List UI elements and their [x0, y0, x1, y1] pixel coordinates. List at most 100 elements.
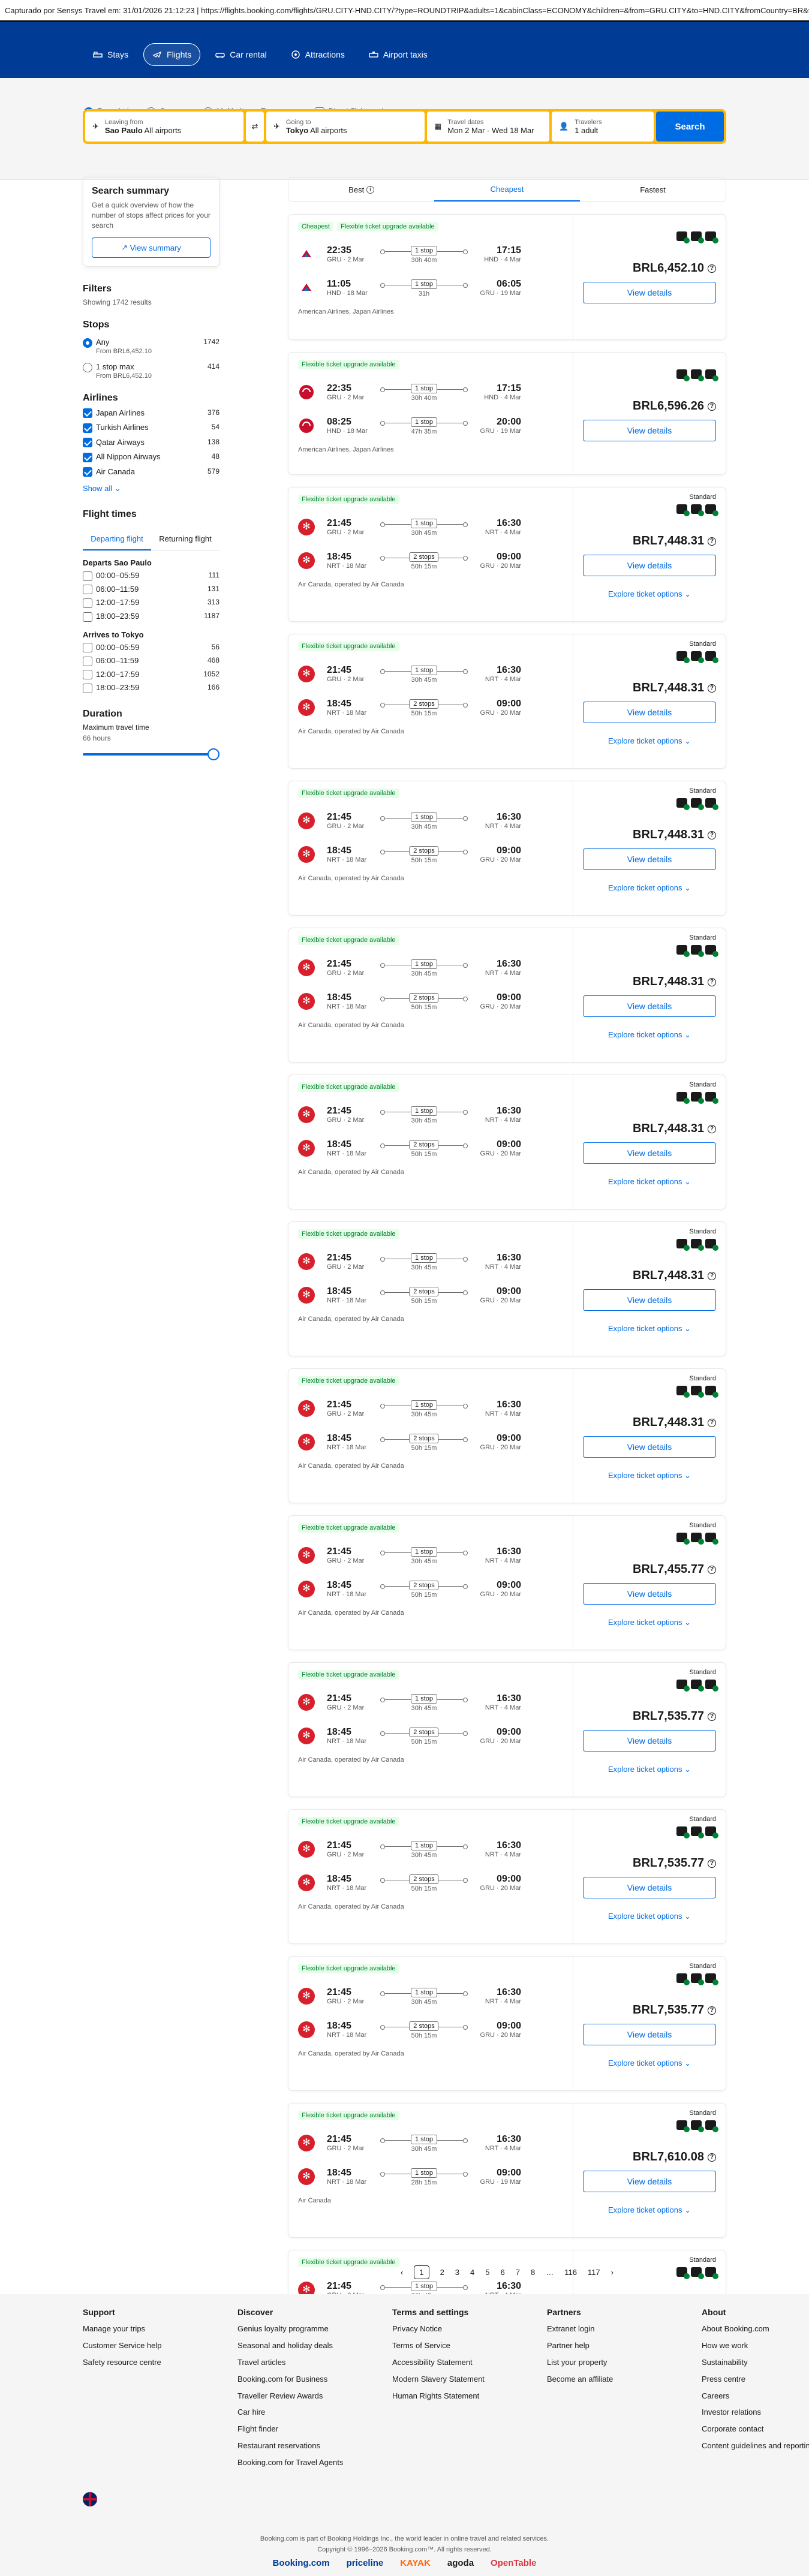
view-details-button[interactable]: View details: [583, 2171, 716, 2192]
view-details-button[interactable]: View details: [583, 702, 716, 723]
airline-checkbox[interactable]: [83, 467, 92, 477]
swap-button[interactable]: ⇄: [246, 112, 264, 142]
view-details-button[interactable]: View details: [583, 1142, 716, 1164]
time-slot-checkbox[interactable]: [83, 643, 92, 653]
explore-ticket-options-link[interactable]: Explore ticket options ⌄: [573, 1324, 726, 1334]
from-field[interactable]: ✈ Leaving from Sao Paulo All airports: [85, 112, 243, 142]
view-details-button[interactable]: View details: [583, 995, 716, 1017]
view-summary-button[interactable]: ↗ View summary: [92, 237, 210, 258]
page-button[interactable]: 3: [455, 2268, 459, 2277]
footer-link[interactable]: Booking.com for Travel Agents: [237, 2458, 392, 2468]
footer-link[interactable]: Seasonal and holiday deals: [237, 2341, 392, 2351]
footer-link[interactable]: Sustainability: [702, 2358, 809, 2368]
airline-option[interactable]: Turkish Airlines 54: [83, 423, 219, 433]
explore-ticket-options-link[interactable]: Explore ticket options ⌄: [573, 1177, 726, 1187]
footer-link[interactable]: Genius loyalty programme: [237, 2324, 392, 2334]
time-slot-checkbox[interactable]: [83, 598, 92, 609]
airline-checkbox[interactable]: [83, 438, 92, 448]
search-button[interactable]: Search: [656, 112, 724, 142]
info-icon[interactable]: ?: [708, 2153, 716, 2162]
footer-link[interactable]: Terms of Service: [392, 2341, 547, 2351]
airline-checkbox[interactable]: [83, 452, 92, 462]
time-slot-option[interactable]: 12:00–17:59 313: [83, 598, 219, 609]
footer-link[interactable]: Car hire: [237, 2408, 392, 2418]
time-slot-checkbox[interactable]: [83, 683, 92, 693]
time-slot-checkbox[interactable]: [83, 670, 92, 680]
airline-option[interactable]: Japan Airlines 376: [83, 408, 219, 419]
view-details-button[interactable]: View details: [583, 555, 716, 576]
page-button[interactable]: 6: [501, 2268, 505, 2277]
airline-checkbox[interactable]: [83, 408, 92, 419]
footer-link[interactable]: Extranet login: [547, 2324, 702, 2334]
page-button[interactable]: 4: [470, 2268, 474, 2277]
info-icon[interactable]: ?: [708, 684, 716, 693]
footer-link[interactable]: Content guidelines and reporting: [702, 2441, 809, 2451]
info-icon[interactable]: ?: [708, 402, 716, 411]
time-slot-option[interactable]: 18:00–23:59 166: [83, 683, 219, 693]
footer-link[interactable]: List your property: [547, 2358, 702, 2368]
stops-option-1[interactable]: 1 stop max From BRL6,452.10 414: [83, 362, 219, 380]
dates-field[interactable]: ▦ Travel dates Mon 2 Mar - Wed 18 Mar: [427, 112, 549, 142]
footer-link[interactable]: Careers: [702, 2391, 809, 2402]
nav-stays[interactable]: Stays: [84, 43, 137, 66]
time-slot-option[interactable]: 06:00–11:59 131: [83, 585, 219, 595]
tab-best[interactable]: Best i: [288, 177, 434, 201]
view-details-button[interactable]: View details: [583, 1730, 716, 1752]
explore-ticket-options-link[interactable]: Explore ticket options ⌄: [573, 1618, 726, 1627]
explore-ticket-options-link[interactable]: Explore ticket options ⌄: [573, 1765, 726, 1774]
footer-link[interactable]: Booking.com for Business: [237, 2375, 392, 2385]
time-slot-option[interactable]: 00:00–05:59 56: [83, 643, 219, 653]
explore-ticket-options-link[interactable]: Explore ticket options ⌄: [573, 589, 726, 599]
stops-any-radio[interactable]: [83, 338, 92, 348]
footer-link[interactable]: Travel articles: [237, 2358, 392, 2368]
info-icon[interactable]: ?: [708, 1712, 716, 1721]
explore-ticket-options-link[interactable]: Explore ticket options ⌄: [573, 1912, 726, 1921]
stops-1-radio[interactable]: [83, 362, 92, 372]
view-details-button[interactable]: View details: [583, 420, 716, 441]
duration-slider[interactable]: [83, 748, 219, 760]
page-button[interactable]: 117: [588, 2268, 600, 2277]
view-details-button[interactable]: View details: [583, 282, 716, 303]
footer-link[interactable]: Traveller Review Awards: [237, 2391, 392, 2402]
page-button[interactable]: 1: [414, 2265, 429, 2279]
footer-link[interactable]: Investor relations: [702, 2408, 809, 2418]
airline-option[interactable]: Air Canada 579: [83, 467, 219, 477]
info-icon[interactable]: ?: [708, 537, 716, 546]
time-slot-checkbox[interactable]: [83, 585, 92, 595]
time-slot-option[interactable]: 18:00–23:59 1187: [83, 612, 219, 622]
footer-link[interactable]: Corporate contact: [702, 2424, 809, 2434]
tab-fastest[interactable]: Fastest: [580, 177, 726, 201]
page-button[interactable]: 2: [440, 2268, 444, 2277]
explore-ticket-options-link[interactable]: Explore ticket options ⌄: [573, 736, 726, 746]
time-slot-checkbox[interactable]: [83, 571, 92, 581]
footer-link[interactable]: Customer Service help: [83, 2341, 237, 2351]
footer-link[interactable]: Safety resource centre: [83, 2358, 237, 2368]
show-all-airlines-link[interactable]: Show all ⌄: [83, 484, 219, 493]
info-icon[interactable]: ?: [708, 1418, 716, 1427]
to-field[interactable]: ✈ Going to Tokyo All airports: [266, 112, 425, 142]
footer-link[interactable]: Privacy Notice: [392, 2324, 547, 2334]
info-icon[interactable]: ?: [708, 2006, 716, 2015]
view-details-button[interactable]: View details: [583, 1877, 716, 1898]
page-button[interactable]: 5: [485, 2268, 489, 2277]
footer-link[interactable]: Restaurant reservations: [237, 2441, 392, 2451]
duration-handle[interactable]: [207, 748, 219, 760]
footer-link[interactable]: Become an affiliate: [547, 2375, 702, 2385]
view-details-button[interactable]: View details: [583, 848, 716, 870]
footer-link[interactable]: Manage your trips: [83, 2324, 237, 2334]
page-button[interactable]: 7: [516, 2268, 520, 2277]
view-details-button[interactable]: View details: [583, 1289, 716, 1311]
explore-ticket-options-link[interactable]: Explore ticket options ⌄: [573, 1030, 726, 1040]
view-details-button[interactable]: View details: [583, 2024, 716, 2045]
tab-cheapest[interactable]: Cheapest: [434, 177, 580, 201]
info-icon[interactable]: ?: [708, 830, 716, 839]
travelers-field[interactable]: 👤 Travelers 1 adult: [552, 112, 654, 142]
info-icon[interactable]: ?: [708, 1859, 716, 1868]
footer-link[interactable]: Press centre: [702, 2375, 809, 2385]
info-icon[interactable]: ?: [708, 264, 716, 273]
prev-page-button[interactable]: ‹: [401, 2268, 403, 2277]
nav-attractions[interactable]: Attractions: [282, 43, 354, 66]
view-details-button[interactable]: View details: [583, 1583, 716, 1605]
next-page-button[interactable]: ›: [611, 2268, 613, 2277]
airline-option[interactable]: Qatar Airways 138: [83, 438, 219, 448]
